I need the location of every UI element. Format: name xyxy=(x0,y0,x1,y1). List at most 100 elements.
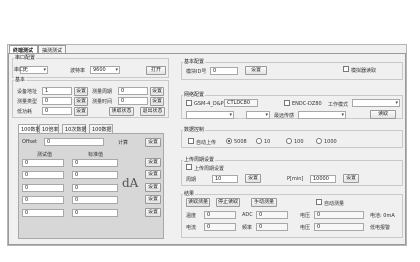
chevron-down-icon: ▾ xyxy=(43,67,46,73)
simulator-read-label: 模拟器读取 xyxy=(351,68,377,74)
network-config-legend: 网络配置 xyxy=(183,91,206,98)
work-mode-label: 工作模式 xyxy=(328,102,349,108)
measure-time-label: 测量时间 xyxy=(92,99,113,105)
standard-value-header: 标准值 xyxy=(88,152,104,158)
test-value-input-5[interactable]: 0 xyxy=(22,209,64,217)
rate-radio-10[interactable] xyxy=(256,138,262,144)
set-time-button[interactable]: 设置 xyxy=(150,97,164,106)
offset-label: Offset xyxy=(22,139,38,145)
low-battery-alarm-label: 低电报警 xyxy=(370,225,391,231)
test-value-input-3[interactable]: 0 xyxy=(22,184,64,192)
upload-period-legend: 上传周期设置 xyxy=(183,156,216,163)
period-input[interactable]: 10 xyxy=(212,175,238,183)
network-read-button[interactable]: 读取 xyxy=(370,110,396,119)
manual-measure-button[interactable]: 手动测量 xyxy=(251,198,277,207)
rate-radio-1000[interactable] xyxy=(316,138,322,144)
chevron-down-icon: ▾ xyxy=(229,112,232,118)
upload-period-check-label: 上传周期设置 xyxy=(194,166,225,172)
upload-period-checkbox[interactable] xyxy=(186,164,192,170)
standard-value-input-5[interactable]: 0 xyxy=(72,209,118,217)
endc-checkbox[interactable] xyxy=(284,100,290,106)
low-power-input[interactable]: 0 xyxy=(42,107,72,115)
auto-upload-label: 自动上传 xyxy=(196,140,217,146)
test-value-input-2[interactable]: 0 xyxy=(22,171,64,179)
unit-display: dA xyxy=(122,176,139,190)
simulator-read-checkbox[interactable] xyxy=(343,66,349,72)
period-min-label: P[min] xyxy=(287,176,304,182)
frequency-label: 频率 xyxy=(242,225,253,231)
measure-type-input[interactable]: 0 xyxy=(42,97,72,105)
rate-radio-5008[interactable] xyxy=(226,138,232,144)
rate-label-10: 10 xyxy=(264,139,271,145)
subtab-10-times[interactable]: 10次数据 xyxy=(62,124,86,133)
measure-time-input[interactable]: 0 xyxy=(118,97,148,105)
address-field: CTLDC80 xyxy=(224,99,258,107)
standard-value-input-1[interactable]: 0 xyxy=(72,159,118,167)
chevron-down-icon: ▾ xyxy=(395,100,398,106)
measure-period-input[interactable]: 0 xyxy=(118,87,148,95)
port-label: 串口 xyxy=(14,67,25,73)
subtab-10-rate[interactable]: 10倍率 xyxy=(39,124,59,133)
auto-measure-label: 自动测量 xyxy=(324,201,345,207)
module-id-set-button[interactable]: 设置 xyxy=(245,66,267,75)
standard-value-input-4[interactable]: 0 xyxy=(72,196,118,204)
adc-label: ADC xyxy=(242,212,253,218)
voltage-label-1: 电压 xyxy=(300,213,311,219)
test-value-input-4[interactable]: 0 xyxy=(22,196,64,204)
stop-read-button[interactable]: 停止读取 xyxy=(216,198,240,207)
period-set-button[interactable]: 设置 xyxy=(245,174,261,183)
test-value-input-1[interactable]: 0 xyxy=(22,159,64,167)
read-measure-button[interactable]: 读取测量 xyxy=(186,198,210,207)
offset-input[interactable]: 0 xyxy=(44,138,104,146)
temperature-label: 温度 xyxy=(186,213,197,219)
voltage-label-2: 电压 xyxy=(300,225,311,231)
port-config-legend: 串口配置 xyxy=(14,54,37,61)
exit-status-button[interactable]: 退出状态 xyxy=(140,107,165,116)
voltage-value-2: 0 xyxy=(314,223,364,231)
endc-label: ENDC-DZ80 xyxy=(292,101,322,107)
adc-value: 0 xyxy=(256,211,288,219)
set-address-button[interactable]: 设置 xyxy=(74,87,88,96)
baud-label: 波特率 xyxy=(70,68,86,74)
row-set-button-5[interactable]: 设置 xyxy=(145,208,161,217)
open-port-button[interactable]: 打开 xyxy=(146,66,166,75)
calc-label: 计算 xyxy=(118,140,129,146)
port-select[interactable]: 无 ▾ xyxy=(20,66,48,74)
standard-value-input-2[interactable]: 0 xyxy=(72,171,118,179)
offset-set-button[interactable]: 设置 xyxy=(145,138,161,147)
measure-period-label: 测量周期 xyxy=(92,89,113,95)
set-low-power-button[interactable]: 设置 xyxy=(74,107,88,116)
auto-measure-checkbox[interactable] xyxy=(316,199,322,205)
net-select-1[interactable]: ▾ xyxy=(186,111,234,119)
subtab-100-data-2[interactable]: 100数据 xyxy=(89,124,113,133)
basic-config-legend: 基本配置 xyxy=(183,58,206,65)
gsm-label: GSM-4_D&P xyxy=(194,101,224,107)
row-set-button-1[interactable]: 设置 xyxy=(145,158,161,167)
row-set-button-4[interactable]: 设置 xyxy=(145,195,161,204)
farthest-sensor-label: 最远传感 xyxy=(274,113,295,119)
period-min-set-button[interactable]: 设置 xyxy=(343,174,359,183)
frequency-value: 0 xyxy=(256,223,288,231)
work-mode-select[interactable]: ▾ xyxy=(352,99,400,107)
set-type-button[interactable]: 设置 xyxy=(74,97,88,106)
baud-select[interactable]: 9600 ▾ xyxy=(90,66,120,74)
battery-label: 电池: 0mA xyxy=(370,213,395,219)
row-set-button-2[interactable]: 设置 xyxy=(145,170,161,179)
read-status-button[interactable]: 读取状态 xyxy=(109,107,134,116)
period-min-input[interactable]: 10000 xyxy=(310,175,336,183)
farthest-sensor-select[interactable]: ▾ xyxy=(298,111,346,119)
row-set-button-3[interactable]: 设置 xyxy=(145,183,161,192)
auto-upload-checkbox[interactable] xyxy=(188,138,194,144)
subtab-100-data[interactable]: 100数据 xyxy=(18,124,41,133)
rate-radio-100[interactable] xyxy=(286,138,292,144)
gsm-checkbox[interactable] xyxy=(186,100,192,106)
chevron-down-icon: ▾ xyxy=(341,112,344,118)
device-address-input[interactable]: 1 xyxy=(42,87,72,95)
set-period-button[interactable]: 设置 xyxy=(150,87,164,96)
module-id-input[interactable]: 0 xyxy=(210,67,238,75)
rate-label-1000: 1000 xyxy=(324,139,337,145)
temperature-value: 0 xyxy=(204,211,236,219)
data-control-legend: 数据控制 xyxy=(183,126,206,133)
net-select-2[interactable]: ▾ xyxy=(246,111,270,119)
standard-value-input-3[interactable]: 0 xyxy=(72,184,118,192)
